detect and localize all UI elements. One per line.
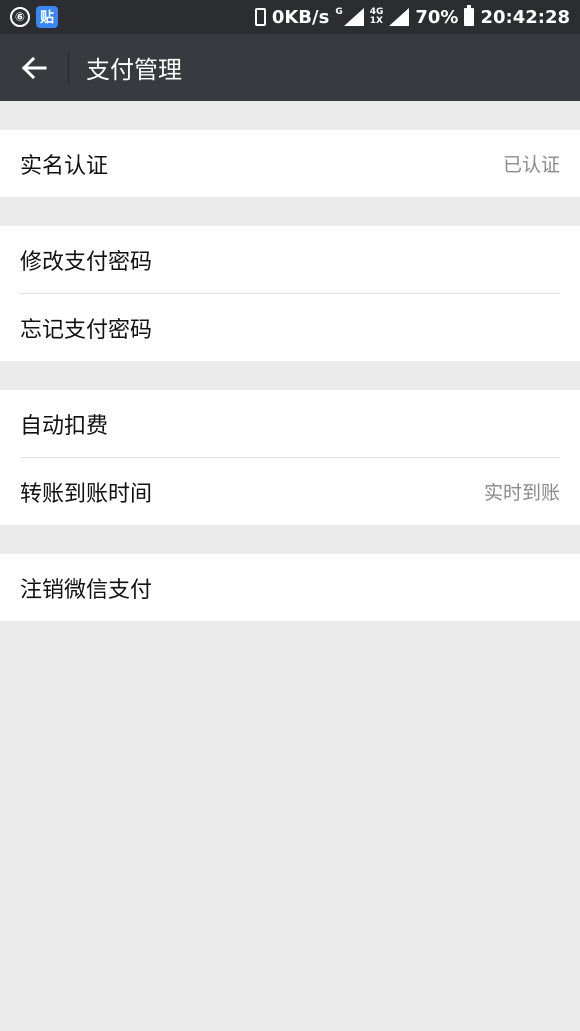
row-label: 转账到账时间: [20, 481, 153, 507]
signal-g-icon: G: [335, 7, 364, 26]
row-value: 已认证: [502, 154, 560, 176]
network-4g-icon: 4G 1X: [370, 8, 384, 26]
back-button[interactable]: [0, 34, 68, 101]
title-bar: 支付管理: [0, 34, 580, 101]
network-4g-bottom: 1X: [369, 16, 383, 26]
clock: 20:42:28: [480, 6, 570, 28]
battery-percent: 70%: [415, 6, 459, 28]
row-change-pay-password[interactable]: 修改支付密码: [0, 226, 580, 293]
group-deduction: 自动扣费 转账到账时间 实时到账: [0, 390, 580, 525]
row-value: 实时到账: [483, 482, 560, 504]
row-label: 注销微信支付: [20, 577, 153, 603]
page-title: 支付管理: [86, 56, 182, 84]
group-realname: 实名认证 已认证: [0, 130, 580, 197]
group-cancel: 注销微信支付: [0, 554, 580, 621]
phone-icon: [254, 8, 266, 26]
row-label: 自动扣费: [20, 413, 109, 439]
network-speed: 0KB/s: [271, 6, 330, 28]
row-cancel-wechat-pay[interactable]: 注销微信支付: [0, 554, 580, 621]
signal-icon: [389, 8, 410, 26]
signal-g-label: G: [335, 7, 343, 17]
netease-music-icon: ⑥: [10, 7, 30, 27]
title-divider: [68, 50, 69, 85]
row-label: 忘记支付密码: [20, 317, 153, 343]
row-real-name-auth[interactable]: 实名认证 已认证: [0, 130, 580, 197]
status-bar: ⑥ 贴 0KB/s G 4G 1X 70% 20:42:28: [0, 0, 580, 34]
row-forgot-pay-password[interactable]: 忘记支付密码: [0, 294, 580, 361]
row-transfer-arrival-time[interactable]: 转账到账时间 实时到账: [0, 458, 580, 525]
row-label: 实名认证: [20, 153, 109, 179]
back-arrow-icon: [21, 56, 47, 79]
battery-icon: [464, 5, 475, 26]
group-password: 修改支付密码 忘记支付密码: [0, 226, 580, 361]
tieba-icon: 贴: [36, 6, 58, 28]
row-auto-deduction[interactable]: 自动扣费: [0, 390, 580, 457]
row-label: 修改支付密码: [20, 249, 153, 275]
